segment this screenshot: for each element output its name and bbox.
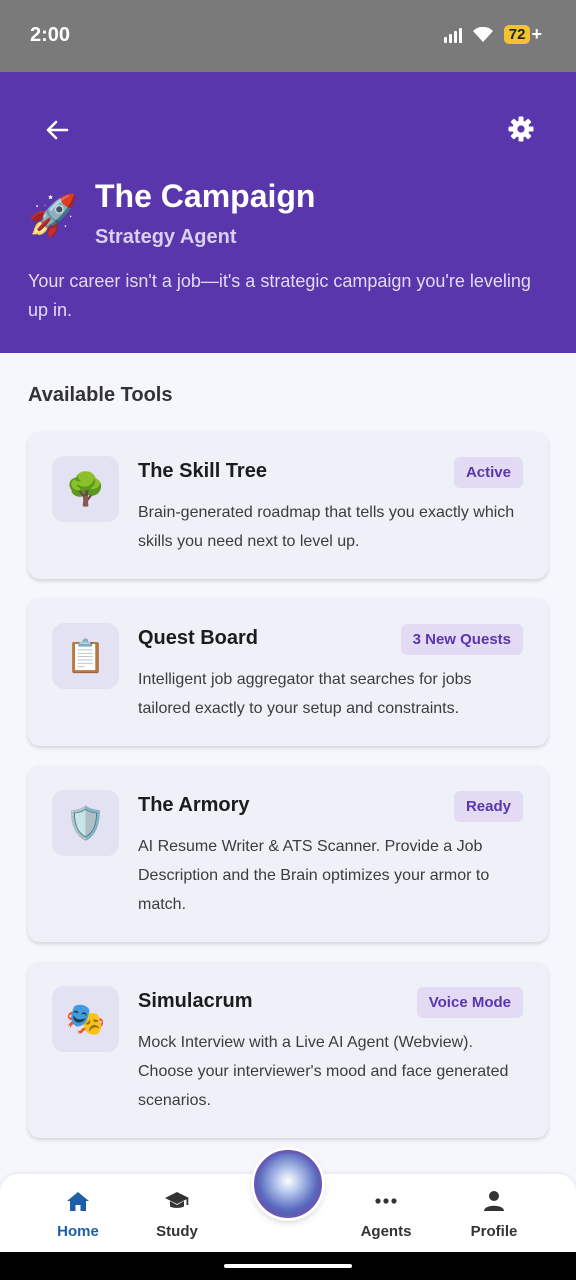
home-icon [66, 1188, 90, 1214]
tool-title: The Armory [138, 794, 250, 816]
section-title: Available Tools [28, 384, 173, 406]
status-badge: 3 New Quests [400, 624, 523, 655]
page-title: The Campaign [95, 178, 316, 214]
status-badge: Active [453, 457, 523, 488]
tool-card-quest-board[interactable]: 📋 Quest Board 3 New Quests Intelligent j… [28, 599, 548, 746]
gear-icon [508, 116, 534, 142]
tool-description: Brain-generated roadmap that tells you e… [138, 504, 515, 550]
tool-card-simulacrum[interactable]: 🎭 Simulacrum Voice Mode Mock Interview w… [28, 962, 548, 1138]
header-description: Your career isn't a job—it's a strategic… [28, 271, 531, 320]
tool-description: AI Resume Writer & ATS Scanner. Provide … [138, 838, 490, 913]
tree-icon: 🌳 [52, 456, 119, 522]
home-indicator[interactable] [224, 1264, 352, 1268]
tool-card-armory[interactable]: 🛡️ The Armory Ready AI Resume Writer & A… [28, 766, 548, 942]
voice-orb-button[interactable] [254, 1150, 322, 1218]
back-button[interactable] [40, 116, 74, 144]
arrow-left-icon [46, 120, 69, 140]
nav-agents-label: Agents [360, 1223, 412, 1240]
signal-icon [443, 27, 462, 43]
agent-header: 🚀 The Campaign Strategy Agent Your caree… [0, 72, 576, 353]
wifi-icon [472, 26, 494, 43]
tool-description: Intelligent job aggregator that searches… [138, 671, 472, 717]
tool-title: Simulacrum [138, 990, 253, 1012]
nav-profile[interactable]: Profile [454, 1188, 534, 1240]
status-icons: 72 + [443, 24, 542, 45]
battery-level: 72 [503, 25, 531, 44]
system-nav-bar [0, 1252, 576, 1280]
nav-home[interactable]: Home [38, 1188, 118, 1240]
tool-title: The Skill Tree [138, 460, 267, 482]
rocket-icon: 🚀 [28, 194, 78, 238]
nav-study-label: Study [156, 1223, 198, 1240]
nav-agents[interactable]: Agents [346, 1188, 426, 1240]
battery-icon: 72 + [503, 24, 542, 45]
charging-icon: + [531, 24, 542, 44]
status-badge: Ready [453, 791, 523, 822]
theater-masks-icon: 🎭 [52, 986, 119, 1052]
nav-home-label: Home [57, 1223, 99, 1240]
tool-card-skill-tree[interactable]: 🌳 The Skill Tree Active Brain-generated … [28, 432, 548, 579]
person-icon [483, 1188, 505, 1214]
tool-title: Quest Board [138, 627, 259, 649]
nav-study[interactable]: Study [137, 1188, 217, 1240]
status-badge: Voice Mode [416, 987, 523, 1018]
status-time: 2:00 [30, 24, 71, 46]
more-horizontal-icon [374, 1188, 398, 1214]
tool-description: Mock Interview with a Live AI Agent (Web… [138, 1034, 509, 1109]
shield-icon: 🛡️ [52, 790, 119, 856]
page-subtitle: Strategy Agent [95, 226, 237, 248]
graduation-cap-icon [164, 1188, 190, 1214]
status-bar: 2:00 72 + [0, 0, 576, 72]
nav-profile-label: Profile [470, 1223, 518, 1240]
clipboard-icon: 📋 [52, 623, 119, 689]
settings-button[interactable] [506, 114, 536, 144]
